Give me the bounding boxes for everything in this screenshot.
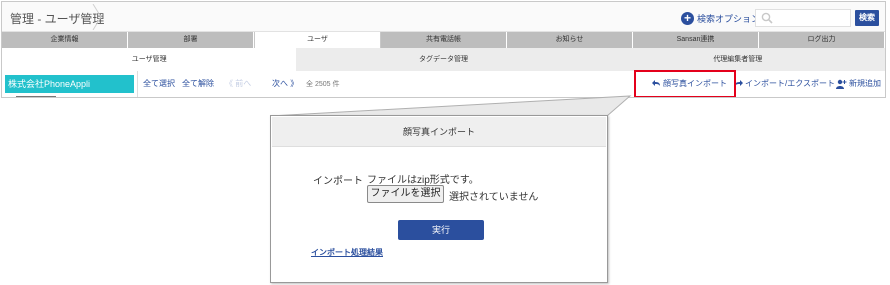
tab-departments[interactable]: 部署 bbox=[128, 32, 254, 48]
search-box[interactable] bbox=[755, 9, 851, 27]
search-input[interactable] bbox=[778, 11, 848, 25]
add-user-icon bbox=[836, 79, 847, 89]
tab-shared-phonebook[interactable]: 共有電話帳 bbox=[381, 32, 507, 48]
chevron-right-icon bbox=[92, 4, 102, 30]
photo-import-highlight bbox=[634, 70, 736, 97]
choose-file-button[interactable]: ファイルを選択 bbox=[367, 185, 444, 203]
deselect-all-link[interactable]: 全て解除 bbox=[182, 78, 214, 89]
add-user-label: 新規追加 bbox=[849, 79, 881, 88]
import-export-link[interactable]: インポート/エクスポート bbox=[734, 78, 835, 89]
subtab-proxy-editors[interactable]: 代理編集者管理 bbox=[591, 48, 885, 71]
dialog-title: 顔写真インポート bbox=[272, 117, 606, 147]
tree-item-company[interactable]: 株式会社PhoneAppli bbox=[5, 75, 134, 93]
tab-sansan[interactable]: Sansan連携 bbox=[633, 32, 759, 48]
search-button[interactable]: 検索 bbox=[855, 10, 879, 26]
add-user-button[interactable]: 新規追加 bbox=[836, 78, 881, 89]
sub-tabs: ユーザ管理 タグデータ管理 代理編集者管理 bbox=[2, 48, 885, 71]
total-count: 全 2505 件 bbox=[306, 81, 340, 88]
tab-users[interactable]: ユーザ bbox=[254, 32, 381, 48]
run-button[interactable]: 実行 bbox=[398, 220, 484, 240]
import-label: インポート bbox=[313, 176, 363, 187]
app-window: 管理 - ユーザ管理 + 検索オプション 検索 企業情報 部署 ユーザ 共有電話… bbox=[1, 1, 886, 98]
tab-log-output[interactable]: ログ出力 bbox=[759, 32, 885, 48]
app-root: 管理 - ユーザ管理 + 検索オプション 検索 企業情報 部署 ユーザ 共有電話… bbox=[0, 0, 890, 285]
header: 管理 - ユーザ管理 + 検索オプション 検索 bbox=[2, 2, 885, 32]
next-page-link[interactable]: 次へ 》 bbox=[272, 78, 298, 89]
tab-company-info[interactable]: 企業情報 bbox=[2, 32, 128, 48]
import-export-label: インポート/エクスポート bbox=[745, 79, 835, 88]
dialog-body: インポート ファイルはzip形式です。 ファイルを選択 選択されていません 実行… bbox=[271, 147, 607, 282]
user-toolbar: 全て選択 全て解除 《 前へ 次へ 》 全 2505 件 顔写真インポート イン… bbox=[139, 71, 885, 97]
zip-format-note: ファイルはzip形式です。 bbox=[367, 175, 479, 186]
subtab-user-management[interactable]: ユーザ管理 bbox=[2, 48, 297, 71]
subtab-tag-data[interactable]: タグデータ管理 bbox=[296, 48, 590, 71]
org-tree-panel: 株式会社PhoneAppli bbox=[2, 71, 138, 97]
search-icon bbox=[761, 12, 773, 24]
select-all-link[interactable]: 全て選択 bbox=[143, 78, 175, 89]
plus-circle-icon: + bbox=[681, 11, 694, 25]
prev-page-link[interactable]: 《 前へ bbox=[225, 78, 251, 89]
photo-import-dialog: 顔写真インポート インポート ファイルはzip形式です。 ファイルを選択 選択さ… bbox=[270, 115, 608, 283]
search-option-label: 検索オプション bbox=[697, 13, 761, 24]
tree-item-partial bbox=[16, 96, 56, 97]
main-tabs: 企業情報 部署 ユーザ 共有電話帳 お知らせ Sansan連携 ログ出力 bbox=[2, 32, 885, 48]
tab-notices[interactable]: お知らせ bbox=[507, 32, 633, 48]
import-result-link[interactable]: インポート処理結果 bbox=[311, 247, 383, 258]
search-option-button[interactable]: + 検索オプション bbox=[681, 10, 760, 26]
file-status: 選択されていません bbox=[449, 192, 539, 203]
breadcrumb-text: 管理 - ユーザ管理 bbox=[10, 12, 105, 26]
